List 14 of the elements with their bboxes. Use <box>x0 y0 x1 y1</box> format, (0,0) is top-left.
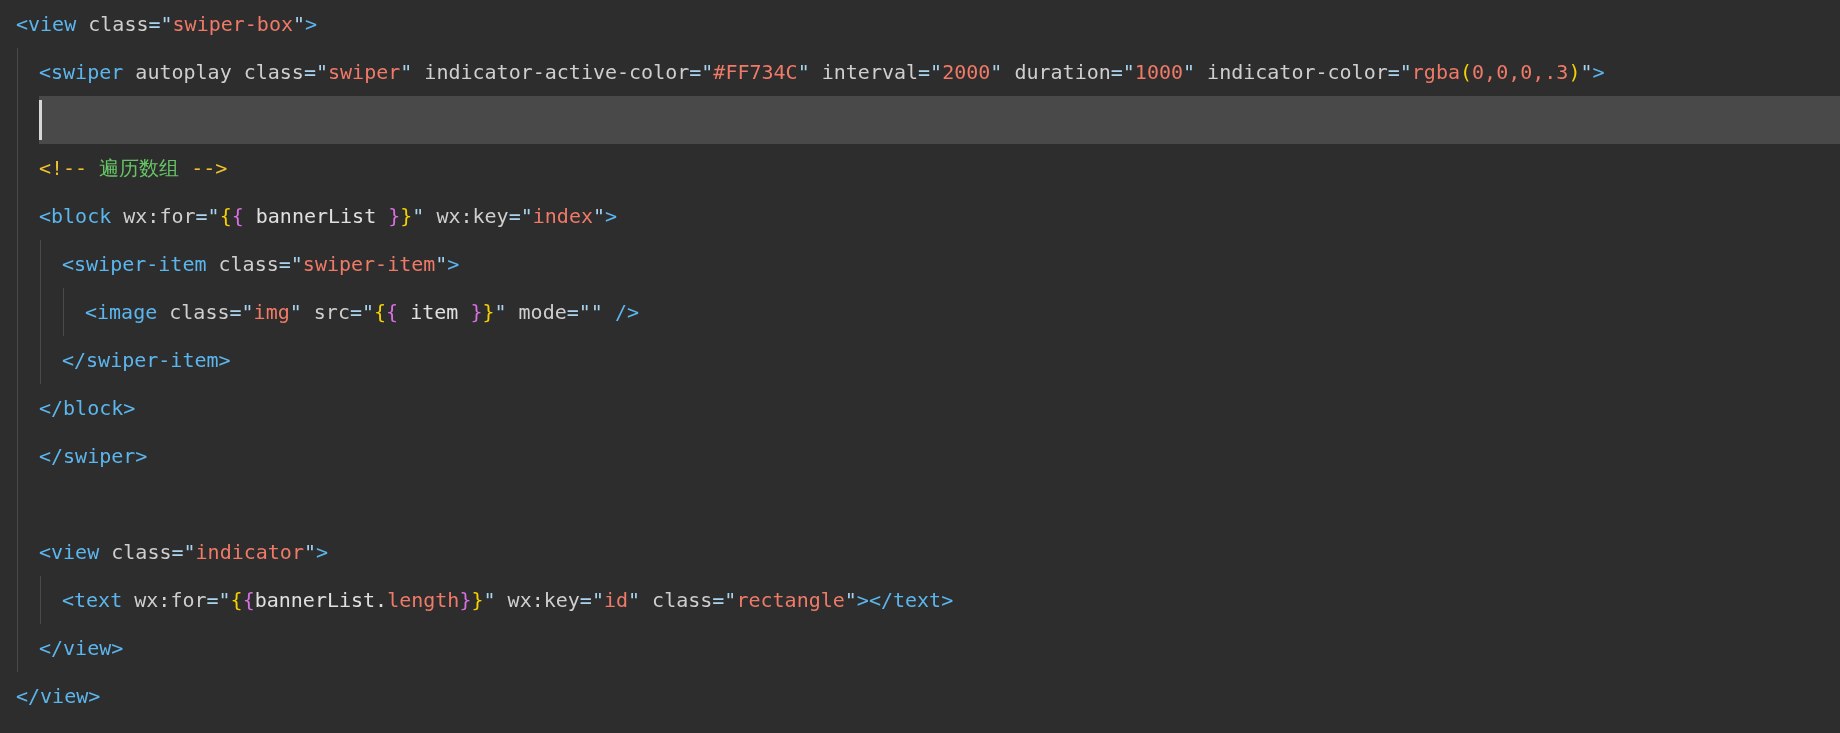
text-cursor <box>39 100 42 140</box>
code-line: <view class="swiper-box"> <box>16 11 319 38</box>
code-line: <view class="indicator"> <box>39 539 330 566</box>
code-line: <swiper autoplay class="swiper" indicator-active-color="#FF734C" interval="2000" duration="1000" indicator-color="rgba(0,0,0,.3)"> <box>39 59 1606 86</box>
code-line: </block> <box>39 395 137 422</box>
code-line: </swiper> <box>39 443 149 470</box>
code-line: <block wx:for="{{ bannerList }}" wx:key="index"> <box>39 203 619 230</box>
code-line: <text wx:for="{{bannerList.length}}" wx:key="id" class="rectangle"></text> <box>62 587 955 614</box>
code-line: </view> <box>39 635 125 662</box>
code-line: <image class="img" src="{{ item }}" mode="" /> <box>85 299 640 326</box>
code-line: <!-- 遍历数组 --> <box>39 155 229 182</box>
code-line: <swiper-item class="swiper-item"> <box>62 251 461 278</box>
code-line: </swiper-item> <box>62 347 232 374</box>
code-line: </view> <box>16 683 102 710</box>
